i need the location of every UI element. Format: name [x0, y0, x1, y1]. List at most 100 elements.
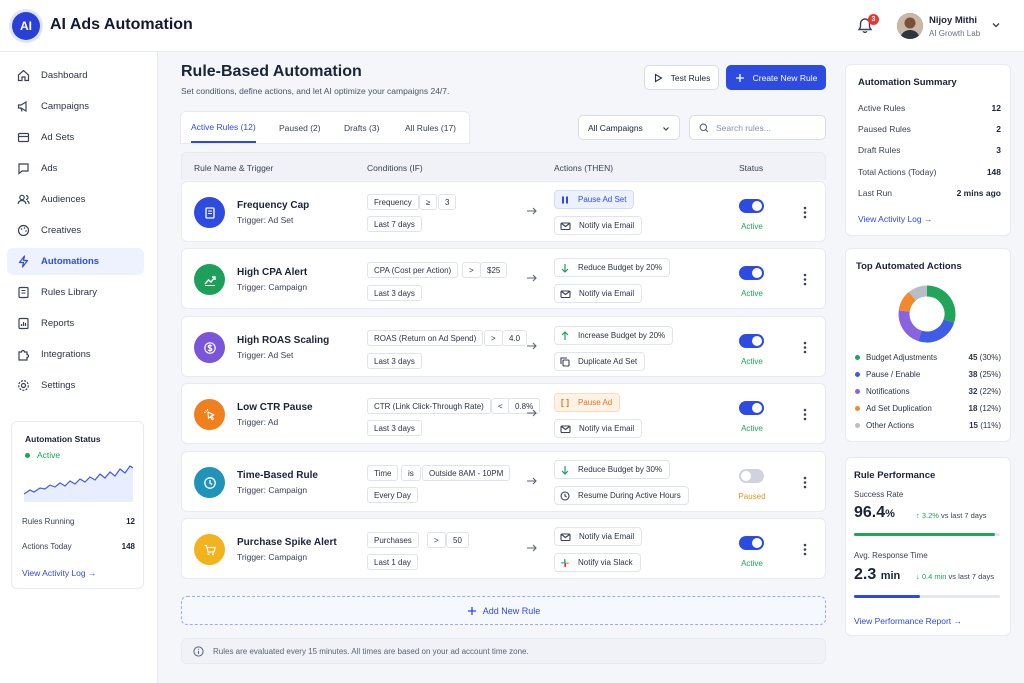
- copy-icon: [560, 356, 570, 367]
- condition-value[interactable]: Outside 8AM - 10PM: [422, 465, 511, 481]
- action-chip[interactable]: Resume During Active Hours: [554, 486, 689, 505]
- table-row[interactable]: High ROAS Scaling Trigger: Ad Set ROAS (…: [181, 316, 826, 377]
- tab-drafts[interactable]: Drafts (3): [344, 112, 379, 143]
- arrow-down-icon: [561, 263, 569, 273]
- create-new-rule-button[interactable]: Create New Rule: [726, 65, 826, 90]
- sidebar-item-settings[interactable]: Settings: [7, 372, 144, 399]
- sidebar-item-rules-library[interactable]: Rules Library: [7, 279, 144, 306]
- sidebar-item-creatives[interactable]: Creatives: [7, 217, 144, 244]
- rule-name[interactable]: Frequency Cap: [237, 200, 309, 211]
- book-icon: [18, 286, 29, 299]
- rule-name[interactable]: High ROAS Scaling: [237, 335, 329, 346]
- campaign-filter-select[interactable]: All Campaigns: [578, 115, 680, 140]
- action-chip[interactable]: Reduce Budget by 30%: [554, 460, 671, 479]
- condition-operator[interactable]: ≥: [419, 194, 438, 210]
- palette-icon: [17, 224, 30, 237]
- condition-operator[interactable]: >: [484, 330, 503, 346]
- action-chip[interactable]: Notify via Email: [554, 419, 643, 438]
- condition-period[interactable]: Last 1 day: [367, 554, 418, 570]
- action-chip[interactable]: Notify via Email: [554, 284, 643, 303]
- mail-icon: [560, 221, 571, 230]
- condition-value[interactable]: 50: [446, 532, 469, 548]
- more-options-icon[interactable]: [803, 273, 807, 286]
- rule-toggle[interactable]: [739, 334, 764, 348]
- rule-toggle[interactable]: [739, 266, 764, 280]
- condition-operator[interactable]: >: [427, 532, 446, 548]
- sidebar-item-ads[interactable]: Ads: [7, 155, 144, 182]
- rule-toggle[interactable]: [739, 401, 764, 415]
- condition-period[interactable]: Last 3 days: [367, 420, 422, 436]
- app-logo[interactable]: AI: [12, 12, 40, 40]
- rule-name[interactable]: High CPA Alert: [237, 267, 307, 278]
- rule-toggle[interactable]: [739, 199, 764, 213]
- condition-value[interactable]: 4.0: [502, 330, 528, 346]
- rule-name[interactable]: Time-Based Rule: [237, 470, 318, 481]
- action-chip[interactable]: Notify via Email: [554, 216, 643, 235]
- action-chip[interactable]: Pause Ad: [554, 393, 621, 412]
- rule-name[interactable]: Low CTR Pause: [237, 402, 313, 413]
- cursor-icon: [194, 399, 225, 430]
- users-icon: [17, 194, 30, 205]
- sidebar-item-reports[interactable]: Reports: [7, 310, 144, 337]
- more-options-icon[interactable]: [803, 543, 807, 556]
- sidebar-item-ad-sets[interactable]: Ad Sets: [7, 124, 144, 151]
- condition-operator[interactable]: >: [462, 262, 481, 278]
- condition-value[interactable]: $25: [480, 262, 508, 278]
- avatar[interactable]: [897, 13, 923, 39]
- action-chip[interactable]: Duplicate Ad Set: [554, 352, 646, 371]
- action-chip[interactable]: Notify via Email: [554, 527, 643, 546]
- condition-value[interactable]: 3: [438, 194, 457, 210]
- home-icon: [17, 69, 30, 82]
- tab-all-rules[interactable]: All Rules (17): [405, 112, 456, 143]
- condition-period[interactable]: Every Day: [367, 487, 418, 503]
- sidebar-item-audiences[interactable]: Audiences: [7, 186, 144, 213]
- view-activity-log-link[interactable]: View Activity Log →: [858, 214, 933, 224]
- view-performance-report-link[interactable]: View Performance Report →: [854, 616, 962, 626]
- action-chip[interactable]: Increase Budget by 20%: [554, 326, 674, 345]
- action-chip[interactable]: Reduce Budget by 20%: [554, 258, 671, 277]
- sidebar-item-campaigns[interactable]: Campaigns: [7, 93, 144, 120]
- condition-metric[interactable]: ROAS (Return on Ad Spend): [367, 330, 484, 346]
- rule-name[interactable]: Purchase Spike Alert: [237, 537, 337, 548]
- rule-toggle[interactable]: [739, 536, 764, 550]
- view-activity-log-link[interactable]: View Activity Log →: [22, 568, 97, 578]
- condition-operator[interactable]: <: [491, 398, 510, 414]
- sidebar-item-label: Reports: [41, 318, 75, 329]
- more-options-icon[interactable]: [803, 408, 807, 421]
- user-org: AI Growth Lab: [929, 29, 981, 38]
- table-row[interactable]: Purchase Spike Alert Trigger: Campaign P…: [181, 518, 826, 579]
- chevron-down-icon[interactable]: [991, 20, 1001, 30]
- condition-metric[interactable]: Time: [367, 465, 399, 481]
- condition-operator[interactable]: is: [401, 465, 421, 481]
- sidebar-item-integrations[interactable]: Integrations: [7, 341, 144, 368]
- more-options-icon[interactable]: [803, 206, 807, 219]
- tab-paused[interactable]: Paused (2): [279, 112, 321, 143]
- action-chip[interactable]: Pause Ad Set: [554, 190, 635, 209]
- condition-period[interactable]: Last 3 days: [367, 353, 422, 369]
- table-row[interactable]: Time-Based Rule Trigger: Campaign Time i…: [181, 451, 826, 512]
- sidebar-item-dashboard[interactable]: Dashboard: [7, 62, 144, 89]
- condition-period[interactable]: Last 3 days: [367, 285, 422, 301]
- condition-period[interactable]: Last 7 days: [367, 216, 422, 232]
- chart-icon: [194, 264, 225, 295]
- table-row[interactable]: Frequency Cap Trigger: Ad Set Frequency …: [181, 181, 826, 242]
- condition-metric[interactable]: CPA (Cost per Action): [367, 262, 459, 278]
- condition-metric[interactable]: Frequency: [367, 194, 419, 210]
- automation-status-card: Automation Status Active Rules Running 12…: [11, 421, 144, 589]
- sidebar-item-automations[interactable]: Automations: [7, 248, 144, 275]
- more-options-icon[interactable]: [803, 341, 807, 354]
- search-input[interactable]: Search rules...: [689, 115, 826, 140]
- table-row[interactable]: Low CTR Pause Trigger: Ad CTR (Link Clic…: [181, 383, 826, 444]
- more-options-icon[interactable]: [803, 476, 807, 489]
- condition-metric[interactable]: Purchases: [367, 532, 419, 548]
- tab-active-rules[interactable]: Active Rules (12): [191, 112, 256, 143]
- action-chip[interactable]: Notify via Slack: [554, 553, 641, 572]
- rule-toggle[interactable]: [739, 469, 764, 483]
- donut-slice-4: [908, 285, 928, 301]
- condition-metric[interactable]: CTR (Link Click-Through Rate): [367, 398, 491, 414]
- test-rules-button[interactable]: Test Rules: [644, 65, 719, 90]
- add-new-rule-button[interactable]: Add New Rule: [181, 596, 826, 625]
- table-row[interactable]: High CPA Alert Trigger: Campaign CPA (Co…: [181, 248, 826, 309]
- success-rate-delta: ↑ 3.2% vs last 7 days: [916, 511, 987, 520]
- chevron-down-icon: [663, 127, 669, 131]
